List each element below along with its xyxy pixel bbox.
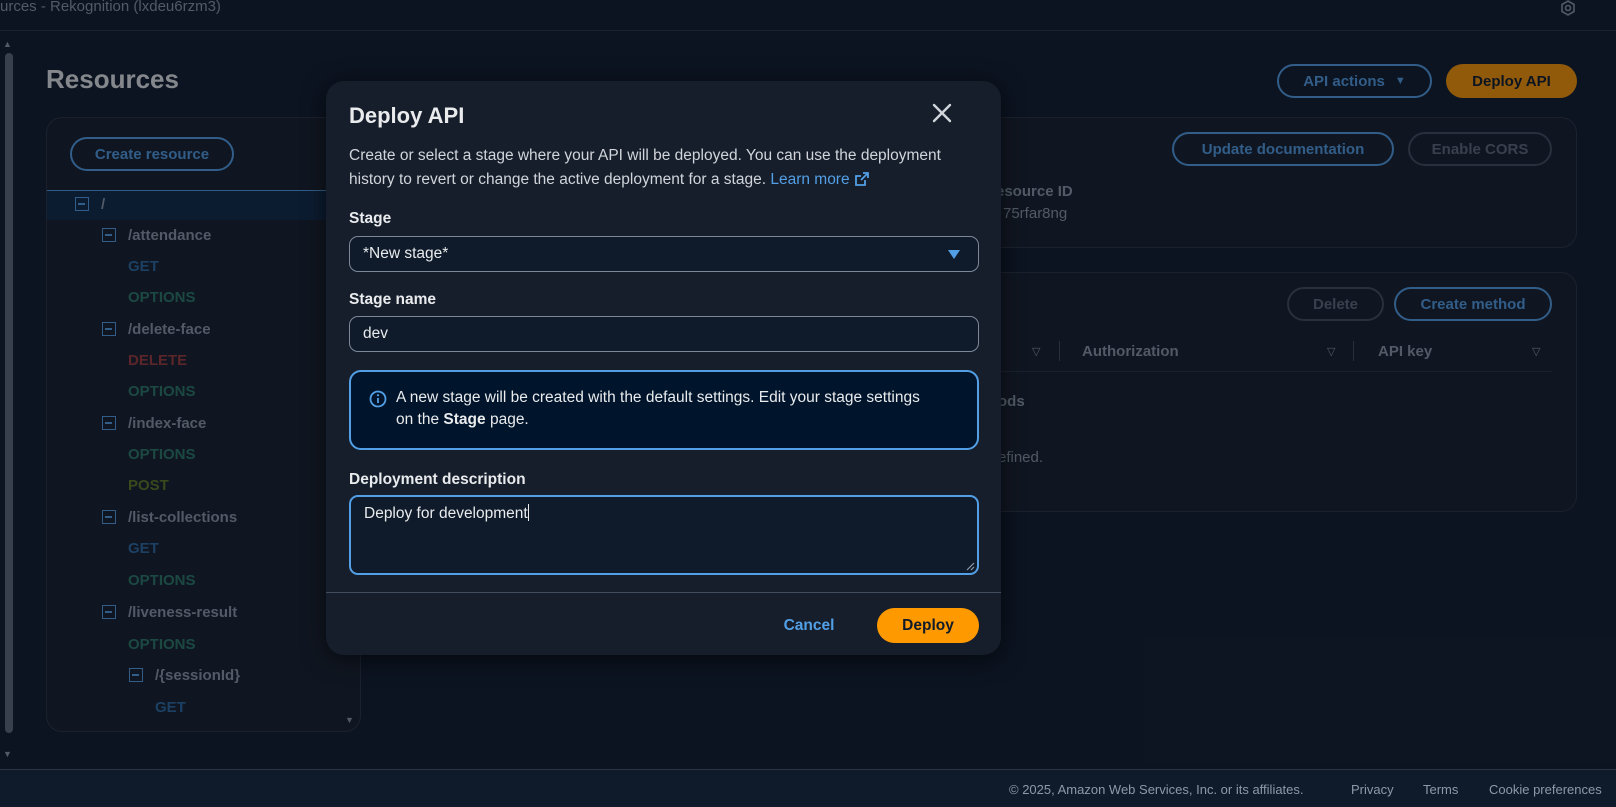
learn-more-link[interactable]: Learn more bbox=[770, 171, 869, 188]
info-alert: A new stage will be created with the def… bbox=[349, 370, 979, 450]
stage-page-reference: Stage bbox=[443, 411, 486, 428]
caret-down-icon bbox=[948, 250, 960, 259]
deploy-button[interactable]: Deploy bbox=[877, 608, 979, 643]
text-cursor bbox=[527, 504, 529, 521]
footer-privacy-link[interactable]: Privacy bbox=[1351, 782, 1394, 797]
resize-handle-icon[interactable] bbox=[965, 561, 975, 571]
info-icon bbox=[369, 390, 387, 408]
modal-title: Deploy API bbox=[349, 103, 465, 128]
footer-terms-link[interactable]: Terms bbox=[1423, 782, 1458, 797]
footer: © 2025, Amazon Web Services, Inc. or its… bbox=[0, 769, 1616, 807]
footer-cookie-preferences-link[interactable]: Cookie preferences bbox=[1489, 782, 1602, 797]
stage-select-value: *New stage* bbox=[363, 245, 449, 262]
info-alert-text: A new stage will be created with the def… bbox=[396, 389, 920, 428]
modal-description: Create or select a stage where your API … bbox=[349, 147, 941, 188]
deploy-api-modal: Deploy API Create or select a stage wher… bbox=[326, 81, 1001, 655]
footer-copyright: © 2025, Amazon Web Services, Inc. or its… bbox=[1009, 782, 1304, 797]
stage-select[interactable]: *New stage* bbox=[349, 236, 979, 272]
modal-footer-divider bbox=[326, 592, 1001, 593]
stage-label: Stage bbox=[349, 210, 392, 227]
cancel-button[interactable]: Cancel bbox=[776, 609, 842, 643]
external-link-icon bbox=[854, 172, 869, 186]
stage-name-input[interactable] bbox=[349, 316, 979, 352]
deployment-description-textarea[interactable]: Deploy for development bbox=[349, 495, 979, 575]
close-icon[interactable] bbox=[928, 99, 956, 127]
deployment-description-label: Deployment description bbox=[349, 471, 526, 488]
stage-name-label: Stage name bbox=[349, 291, 437, 308]
deployment-description-value: Deploy for development bbox=[364, 505, 528, 522]
